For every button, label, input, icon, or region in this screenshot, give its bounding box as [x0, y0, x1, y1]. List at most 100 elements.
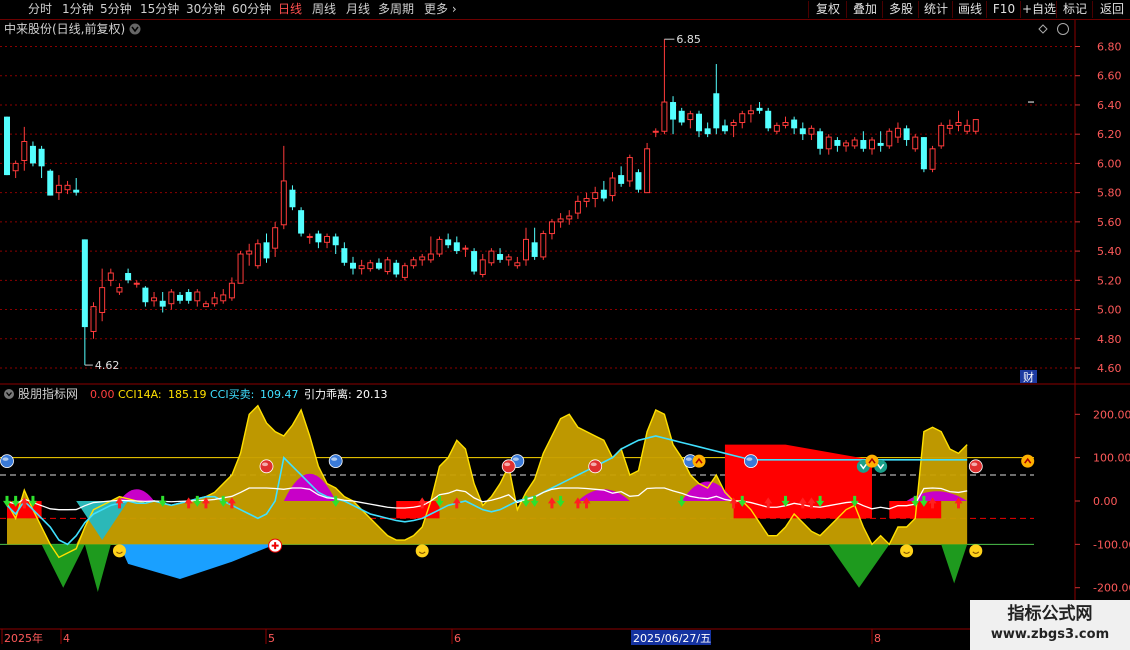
candle [903, 125, 910, 146]
candle [765, 107, 772, 132]
candle-body [168, 291, 175, 305]
candle-body [29, 145, 36, 164]
candle-body [38, 148, 45, 167]
candle-body [280, 180, 287, 226]
period-tab-0[interactable]: 分时 [28, 1, 52, 18]
candle-body [453, 242, 460, 252]
candle [272, 221, 279, 257]
chart-area: 中来股份(日线,前复权) 6.80 6.60 6.40 6.20 6.00 5.80 5.60… [0, 20, 1130, 645]
candle [912, 134, 919, 152]
date-axis: 2025年 4 5 6 8 2025/06/27/五 [0, 628, 1130, 645]
candle-body [877, 142, 884, 146]
price-tick-label: 5.20 [1097, 274, 1122, 287]
candle [756, 102, 763, 114]
period-tab-2[interactable]: 5分钟 [100, 1, 132, 18]
candle [644, 142, 651, 194]
candle [869, 137, 875, 155]
candle [73, 178, 80, 196]
candle [972, 119, 979, 135]
candle-body [401, 265, 408, 278]
candle [505, 254, 512, 266]
candle-body [583, 197, 590, 202]
toolbar-button-6[interactable]: +自选 [1020, 1, 1057, 18]
candle-body [756, 107, 763, 111]
price-tick-label: 5.80 [1097, 187, 1122, 200]
chevron-down-icon[interactable] [129, 23, 141, 35]
candle-body [4, 116, 10, 176]
candle [90, 302, 97, 339]
toolbar-button-0[interactable]: 复权 [808, 1, 847, 18]
watermark-title: 指标公式网 [1007, 604, 1093, 624]
candle [670, 96, 677, 135]
indicator-menu-icon[interactable] [4, 389, 14, 399]
candle-body [696, 113, 702, 132]
period-tab-10[interactable]: 更多 › [424, 1, 457, 18]
candle [81, 239, 88, 366]
price-tick-label: 5.60 [1097, 216, 1122, 229]
candle-body [955, 121, 962, 126]
candle-body [324, 235, 331, 243]
candle [791, 116, 798, 135]
toolbar-button-5[interactable]: F10 [986, 1, 1021, 18]
period-tab-6[interactable]: 日线 [278, 1, 302, 18]
toolbar-button-8[interactable]: 返回 [1092, 1, 1130, 18]
candle [298, 207, 305, 237]
candle-body [972, 119, 979, 132]
price-tick-label: 5.40 [1097, 245, 1122, 258]
candle-body [99, 287, 106, 313]
date-label: 4 [63, 632, 70, 645]
candle [782, 116, 789, 129]
candle-body [237, 253, 244, 284]
candle-body [298, 210, 305, 234]
period-tab-9[interactable]: 多周期 [378, 1, 414, 18]
indicator-name: 股朋指标网 [18, 386, 78, 401]
candle-body [687, 113, 694, 121]
candle-body [704, 128, 711, 135]
date-label: 5 [268, 632, 275, 645]
candle-body [159, 300, 166, 307]
candle [825, 134, 832, 155]
green-trough [41, 544, 85, 588]
red-ball-icon-shine [971, 462, 978, 467]
toolbar-button-2[interactable]: 多股 [882, 1, 919, 18]
red-ball-icon [501, 459, 516, 474]
settings-icon[interactable] [1057, 23, 1069, 35]
candle-body [151, 297, 158, 302]
candle [29, 141, 36, 167]
toolbar-button-3[interactable]: 统计 [918, 1, 953, 18]
period-tab-5[interactable]: 60分钟 [232, 1, 271, 18]
period-tab-4[interactable]: 30分钟 [186, 1, 225, 18]
candle-body [55, 184, 62, 194]
candle-body [747, 110, 754, 115]
toolbar-button-1[interactable]: 叠加 [846, 1, 883, 18]
candle-body [609, 177, 616, 197]
diamond-icon[interactable] [1038, 24, 1048, 34]
candle [220, 289, 227, 304]
candle [955, 110, 962, 132]
candle [471, 248, 478, 275]
candle-body [548, 221, 555, 235]
period-tab-1[interactable]: 1分钟 [62, 1, 94, 18]
candlestick-series [4, 39, 1034, 366]
candle [228, 277, 235, 301]
candle-body [12, 162, 19, 172]
blue-ball-icon [744, 454, 758, 469]
period-tab-3[interactable]: 15分钟 [140, 1, 179, 18]
candle [419, 254, 426, 266]
orange-up-icon [865, 454, 879, 468]
candle [384, 256, 391, 275]
candle-body [505, 256, 512, 261]
candle [843, 140, 850, 152]
candle [289, 185, 296, 211]
indicator-tick-label: 200.00 [1093, 408, 1130, 421]
candle [851, 137, 858, 149]
period-tab-8[interactable]: 月线 [346, 1, 370, 18]
price-tick-label: 6.20 [1097, 128, 1122, 141]
period-tab-7[interactable]: 周线 [312, 1, 336, 18]
toolbar-button-7[interactable]: 标记 [1056, 1, 1093, 18]
candle [678, 107, 685, 126]
candle-body [289, 189, 296, 208]
candle [151, 292, 158, 307]
candle [514, 256, 521, 269]
toolbar-button-4[interactable]: 画线 [952, 1, 987, 18]
